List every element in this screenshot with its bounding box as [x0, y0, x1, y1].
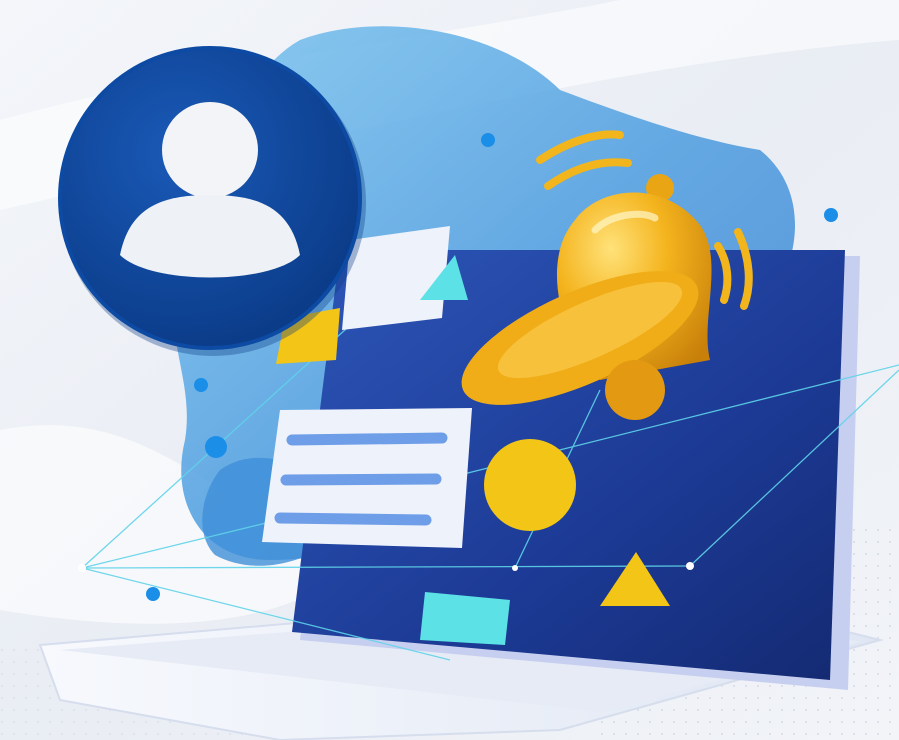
blue-dot [481, 133, 495, 147]
blue-dot [205, 436, 227, 458]
blue-dot [824, 208, 838, 222]
blue-dot [194, 378, 208, 392]
notification-illustration [0, 0, 899, 740]
network-node [512, 565, 518, 571]
cyan-rectangle [420, 592, 510, 645]
network-node [686, 562, 694, 570]
network-node [78, 564, 86, 572]
user-avatar-icon [58, 46, 366, 356]
yellow-circle [484, 439, 576, 531]
blue-dot [146, 587, 160, 601]
